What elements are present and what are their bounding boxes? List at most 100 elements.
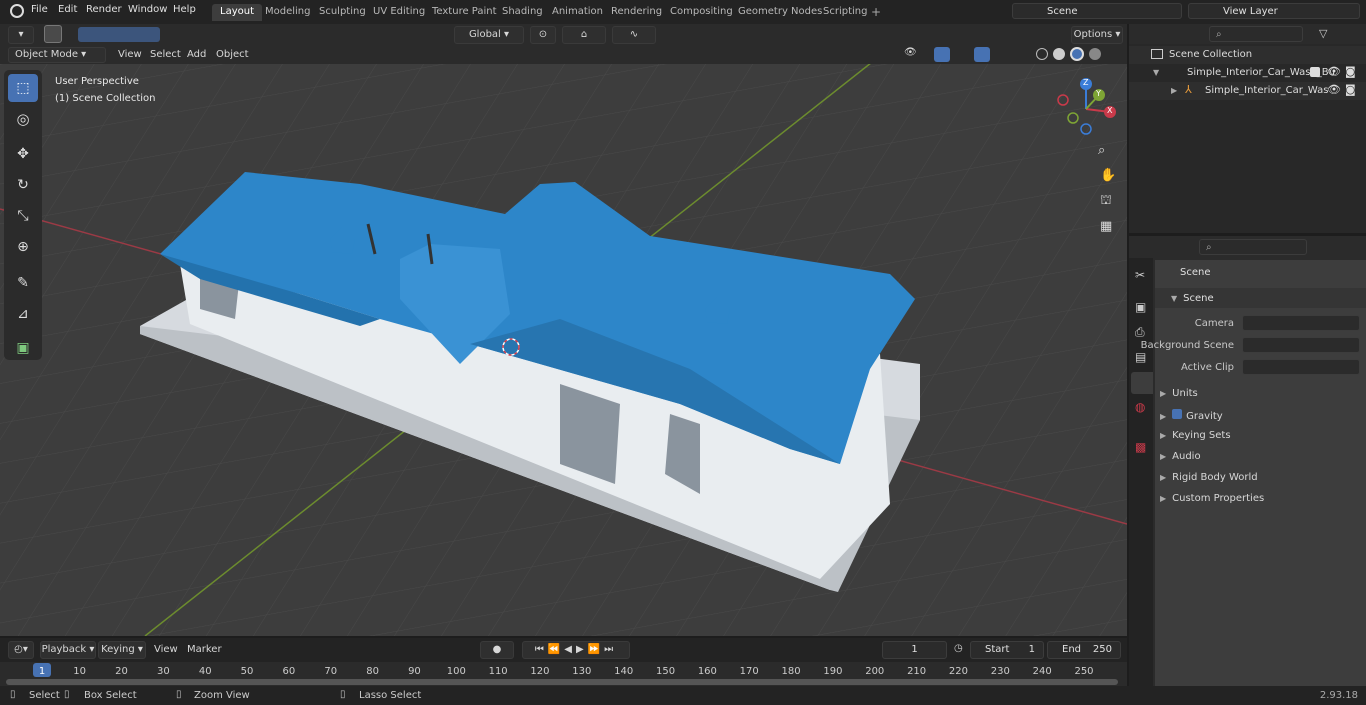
wireframe-shading-icon[interactable] (1036, 48, 1048, 60)
view-layer-selector[interactable]: View Layer (1188, 3, 1360, 19)
tab-texture-paint[interactable]: Texture Paint (424, 4, 505, 21)
current-frame-field[interactable]: 1 (882, 641, 947, 659)
world-tab-icon[interactable]: ◍ (1135, 400, 1145, 414)
transform-tool-icon[interactable]: ⊕ (8, 233, 38, 261)
orientation-label: Global (468, 29, 501, 40)
menu-file[interactable]: File (31, 4, 48, 15)
expand-icon[interactable]: ▼ (1153, 68, 1159, 77)
active-clip-field[interactable] (1242, 359, 1360, 375)
scene-selector[interactable]: Scene (1012, 3, 1182, 19)
menu-help[interactable]: Help (173, 4, 196, 15)
panel-audio[interactable]: ▶ Audio (1160, 451, 1201, 462)
orientation-dropdown[interactable]: Global ▾ (454, 26, 524, 44)
3d-viewport[interactable]: User Perspective (1) Scene Collection ⬚ … (0, 64, 1127, 636)
tool-tab-icon[interactable]: ✂ (1135, 268, 1145, 282)
timeline-view-menu[interactable]: View (154, 644, 178, 655)
exclude-checkbox[interactable] (1310, 67, 1320, 77)
tab-layout[interactable]: Layout (212, 4, 262, 21)
select-tool-icon[interactable] (44, 25, 62, 43)
move-tool-icon[interactable]: ✥ (8, 140, 38, 168)
solid-shading-icon[interactable] (1053, 48, 1065, 60)
perspective-grid-icon[interactable]: ▦ (1100, 219, 1112, 234)
zoom-icon[interactable]: ⌕ (1098, 143, 1105, 158)
panel-gravity[interactable]: ▶ Gravity (1160, 409, 1223, 422)
panel-custom-properties[interactable]: ▶ Custom Properties (1160, 493, 1264, 504)
outliner-search-input[interactable]: ⌕ (1209, 26, 1303, 42)
gravity-checkbox[interactable] (1172, 409, 1183, 419)
overlays-toggle-icon[interactable] (974, 47, 990, 62)
expand-icon[interactable]: ▶ (1171, 86, 1177, 95)
proportional-edit-icon[interactable]: ∿ (612, 26, 656, 44)
rendered-shading-icon[interactable] (1089, 48, 1101, 60)
menu-add[interactable]: Add (187, 49, 206, 60)
keying-menu[interactable]: Keying ▾ (98, 641, 146, 659)
eye-icon[interactable]: 👁 (1327, 83, 1341, 96)
timeline-scrollbar[interactable] (6, 679, 1118, 685)
outliner-item-object[interactable]: Simple_Interior_Car_Was (1205, 85, 1328, 96)
camera-view-icon[interactable]: ⛫ (1100, 193, 1112, 210)
scene-section-header[interactable]: ▼ Scene (1171, 293, 1214, 304)
add-workspace-icon[interactable]: + (871, 5, 881, 19)
editor-type-button[interactable]: ▾ (8, 26, 34, 44)
marker-menu[interactable]: Marker (187, 644, 222, 655)
eye-icon[interactable]: 👁 (1327, 65, 1341, 78)
tab-rendering[interactable]: Rendering (603, 4, 670, 21)
camera-icon[interactable]: ◙ (1345, 83, 1356, 96)
timeline-editor-type[interactable]: ◴▾ (8, 641, 34, 659)
gizmo-toggle-icon[interactable] (934, 47, 950, 62)
tab-compositing[interactable]: Compositing (662, 4, 741, 21)
menu-edit[interactable]: Edit (58, 4, 77, 15)
outliner-root[interactable]: Scene Collection (1169, 49, 1252, 60)
tab-scripting[interactable]: Scripting (815, 4, 875, 21)
status-select: Select (29, 690, 60, 701)
pan-hand-icon[interactable]: ✋ (1100, 168, 1116, 183)
texture-tab-icon[interactable]: ▩ (1135, 440, 1146, 454)
camera-field[interactable] (1242, 315, 1360, 331)
measure-tool-icon[interactable]: ⊿ (8, 300, 38, 328)
scale-tool-icon[interactable]: ⤡ (8, 202, 38, 230)
version-label: 2.93.18 (1319, 690, 1358, 701)
material-shading-icon[interactable] (1070, 47, 1084, 61)
timeline-tick-label: 250 (1074, 666, 1094, 677)
panel-keying-sets[interactable]: ▶ Keying Sets (1160, 430, 1231, 441)
tab-animation[interactable]: Animation (544, 4, 611, 21)
record-icon[interactable]: ● (480, 641, 514, 659)
options-dropdown[interactable]: Options ▾ (1071, 26, 1123, 44)
timeline-tick-label: 240 (1032, 666, 1052, 677)
snap-icon[interactable]: ⌂ (562, 26, 606, 44)
menu-window[interactable]: Window (128, 4, 167, 15)
mode-dropdown[interactable]: Object Mode ▾ (8, 47, 106, 63)
menu-object[interactable]: Object (216, 49, 249, 60)
panel-units[interactable]: ▶ Units (1160, 388, 1198, 399)
cursor-tool-icon[interactable]: ◎ (8, 105, 38, 133)
menu-view[interactable]: View (118, 49, 142, 60)
visibility-icon[interactable]: 👁 (904, 47, 926, 62)
end-frame-field[interactable]: End 250 (1047, 641, 1121, 659)
camera-icon[interactable]: ◙ (1345, 65, 1356, 78)
select-mode-buttons[interactable] (78, 27, 160, 42)
background-scene-field[interactable] (1242, 337, 1360, 353)
rotate-tool-icon[interactable]: ↻ (8, 171, 38, 199)
viewport-header: Object Mode ▾ View Select Add Object 👁 (0, 46, 1127, 64)
navigation-gizmo[interactable]: Z X Y (1055, 78, 1117, 140)
filter-icon[interactable]: ▽ (1319, 27, 1327, 40)
pivot-icon[interactable]: ⊙ (530, 26, 556, 44)
tab-modeling[interactable]: Modeling (257, 4, 319, 21)
playback-controls[interactable]: ⏮⏪◀▶⏩⏭ (522, 641, 630, 659)
annotate-tool-icon[interactable]: ✎ (8, 269, 38, 297)
stopwatch-icon[interactable]: ◷ (954, 643, 963, 654)
panel-rigid-body-world[interactable]: ▶ Rigid Body World (1160, 472, 1258, 483)
select-box-tool-icon[interactable]: ⬚ (8, 74, 38, 102)
properties-search-input[interactable]: ⌕ (1199, 239, 1307, 255)
playback-menu[interactable]: Playback ▾ (40, 641, 96, 659)
menu-render[interactable]: Render (86, 4, 122, 15)
scene-tab-icon[interactable] (1131, 372, 1153, 394)
start-frame-field[interactable]: Start 1 (970, 641, 1044, 659)
menu-select[interactable]: Select (150, 49, 181, 60)
add-cube-tool-icon[interactable]: ▣ (8, 334, 38, 362)
render-tab-icon[interactable]: ▣ (1135, 300, 1146, 314)
options-label: Options (1073, 29, 1113, 40)
blender-logo-icon[interactable] (10, 4, 24, 18)
tab-shading[interactable]: Shading (494, 4, 551, 21)
tab-uv-editing[interactable]: UV Editing (365, 4, 433, 21)
